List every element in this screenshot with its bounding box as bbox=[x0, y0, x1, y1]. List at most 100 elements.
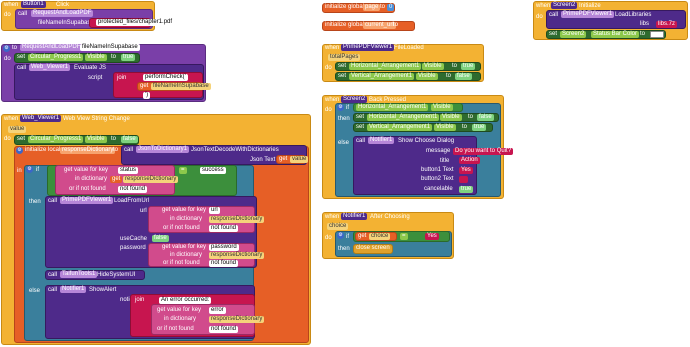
dict-name[interactable]: responseDictionary bbox=[123, 176, 179, 183]
eq-operator[interactable]: = bbox=[179, 167, 187, 174]
status-bar-dropdown[interactable]: Status Bar Color bbox=[591, 31, 640, 38]
dict-name[interactable]: responseDictionary bbox=[209, 252, 265, 259]
when-label: when bbox=[4, 116, 19, 122]
taifun-dropdown[interactable]: TaifunTools1 bbox=[60, 271, 98, 278]
pdf-viewer-dropdown[interactable]: PrimePDFViewer1 bbox=[60, 197, 114, 204]
not-found-text[interactable]: not found bbox=[118, 186, 148, 193]
h-arrangement-dropdown[interactable]: Horizontal_Arrangement1 bbox=[356, 104, 429, 111]
if-label: if bbox=[36, 167, 39, 173]
do-label: do bbox=[536, 14, 543, 20]
call-label: call bbox=[18, 11, 28, 17]
not-found-label: or if not found bbox=[163, 260, 200, 266]
dict-get[interactable]: get bbox=[110, 176, 123, 183]
procedure-dropdown[interactable]: RequestAndLoadPDF bbox=[31, 10, 94, 17]
not-found-text[interactable]: not found bbox=[209, 225, 239, 232]
button1-dropdown[interactable]: Button1 bbox=[21, 1, 46, 8]
gear-icon[interactable]: ⚙ bbox=[337, 104, 344, 111]
get-value-dropdown[interactable]: value bbox=[290, 156, 309, 163]
web-viewer-dropdown[interactable]: Web_Viewer1 bbox=[29, 64, 71, 71]
call-label: call bbox=[549, 12, 559, 18]
message-text[interactable]: Do you want to Quit? bbox=[453, 148, 514, 155]
notifier-dropdown[interactable]: Notifier1 bbox=[341, 213, 368, 220]
procedure-name[interactable]: RequestAndLoadPDF bbox=[20, 44, 83, 51]
true-value[interactable]: true bbox=[472, 124, 487, 131]
gear-icon[interactable]: ⚙ bbox=[3, 45, 10, 52]
visible-dropdown[interactable]: Visible bbox=[85, 136, 107, 143]
choice-param[interactable]: choice bbox=[327, 223, 349, 230]
v-arrangement-dropdown[interactable]: Vertical_Arrangement1 bbox=[349, 73, 415, 80]
to-label: to bbox=[111, 54, 117, 60]
libs-value[interactable]: libs.7z bbox=[656, 21, 678, 28]
visible-dropdown[interactable]: Visible bbox=[440, 114, 462, 121]
decode-label: JsonTextDecodeWithDictionaries bbox=[191, 147, 279, 153]
status-bar-color-swatch[interactable] bbox=[650, 31, 664, 38]
filename-value[interactable]: protected_files/chapter1.pdf bbox=[96, 19, 175, 26]
visible-dropdown[interactable]: Visible bbox=[434, 124, 456, 131]
dict-name[interactable]: responseDictionary bbox=[209, 216, 265, 223]
notifier-dropdown[interactable]: Notifier1 bbox=[60, 286, 87, 293]
choice-dropdown[interactable]: choice bbox=[369, 233, 391, 240]
v-arrangement-dropdown[interactable]: Vertical_Arrangement1 bbox=[367, 124, 433, 131]
h-arrangement-dropdown[interactable]: Horizontal_Arrangement1 bbox=[349, 63, 422, 70]
not-found-text[interactable]: not found bbox=[209, 326, 239, 333]
else-label: else bbox=[338, 140, 350, 146]
h-arrangement-dropdown[interactable]: Horizontal_Arrangement1 bbox=[367, 114, 440, 121]
screen-dropdown[interactable]: Screen2 bbox=[560, 31, 587, 38]
get-label: get bbox=[140, 83, 149, 89]
message-label: message bbox=[426, 148, 451, 154]
close-text[interactable]: ') bbox=[143, 92, 151, 99]
title-text[interactable]: Action bbox=[459, 157, 480, 164]
perform-check-text[interactable]: performCheck(' bbox=[143, 74, 188, 81]
gear-icon[interactable]: ⚙ bbox=[26, 166, 33, 173]
web-viewer-dropdown[interactable]: Web_Viewer1 bbox=[20, 115, 62, 122]
visible-dropdown[interactable]: Visible bbox=[431, 104, 453, 111]
status-key[interactable]: status bbox=[118, 167, 139, 174]
to-label: to bbox=[393, 22, 399, 28]
true-value[interactable]: true bbox=[461, 63, 476, 70]
local-name[interactable]: responseDictionary bbox=[60, 147, 116, 154]
notifier-dropdown[interactable]: Notifier1 bbox=[368, 137, 395, 144]
visible-dropdown[interactable]: Visible bbox=[85, 54, 107, 61]
not-found-text[interactable]: not found bbox=[209, 260, 239, 267]
if-label: if bbox=[346, 105, 349, 111]
error-key[interactable]: error bbox=[209, 307, 226, 314]
success-text[interactable]: success bbox=[200, 167, 226, 174]
pdf-viewer-dropdown[interactable]: PrimePDFViewer1 bbox=[561, 11, 615, 18]
false-value[interactable]: false bbox=[121, 136, 138, 143]
pdf-viewer-dropdown[interactable]: PrimePDFViewer1 bbox=[341, 44, 395, 51]
visible-dropdown[interactable]: Visible bbox=[422, 63, 444, 70]
json-dropdown[interactable]: JsonToDictionary1 bbox=[136, 146, 190, 153]
false-value[interactable]: false bbox=[455, 73, 472, 80]
error-text[interactable]: An error occurred: bbox=[159, 297, 212, 304]
to-label: to bbox=[111, 136, 117, 142]
click-label: Click bbox=[56, 2, 69, 8]
value-param[interactable]: value bbox=[8, 126, 27, 133]
progress-dropdown[interactable]: Circular_Progress1 bbox=[28, 136, 84, 143]
when-label: when bbox=[4, 2, 19, 8]
eq-operator[interactable]: = bbox=[400, 233, 408, 240]
screen2-dropdown[interactable]: Screen2 bbox=[551, 2, 578, 9]
do-label: do bbox=[325, 107, 332, 113]
screen2-dropdown[interactable]: Screen2 bbox=[341, 96, 368, 103]
procedure-param[interactable]: fileNameInSupabase bbox=[80, 44, 140, 51]
total-pages-param[interactable]: totalPages bbox=[328, 54, 361, 61]
url-key[interactable]: url bbox=[209, 207, 220, 214]
progress-dropdown[interactable]: Circular_Progress1 bbox=[28, 54, 84, 61]
visible-dropdown[interactable]: Visible bbox=[416, 73, 438, 80]
button2-text[interactable] bbox=[459, 176, 468, 183]
password-key[interactable]: password bbox=[209, 244, 239, 251]
dict-name[interactable]: responseDictionary bbox=[209, 316, 265, 323]
after-choosing-label: After Choosing bbox=[370, 214, 410, 220]
false-value[interactable]: false bbox=[477, 114, 494, 121]
page-value[interactable]: 0 bbox=[387, 4, 395, 11]
gear-icon[interactable]: ⚙ bbox=[337, 232, 344, 239]
yes-text[interactable]: Yes bbox=[425, 233, 439, 240]
button1-text[interactable]: Yes bbox=[459, 167, 473, 174]
gear-icon[interactable]: ⚙ bbox=[16, 147, 23, 154]
true-value[interactable]: true bbox=[121, 54, 136, 61]
get-filename-dropdown[interactable]: fileNameInSupabase bbox=[151, 83, 211, 90]
page-var-name[interactable]: page bbox=[363, 4, 381, 11]
current-url-name[interactable]: current_url bbox=[363, 22, 396, 29]
cancelable-value[interactable]: true bbox=[459, 186, 474, 193]
use-cache-value[interactable]: false bbox=[152, 235, 169, 242]
